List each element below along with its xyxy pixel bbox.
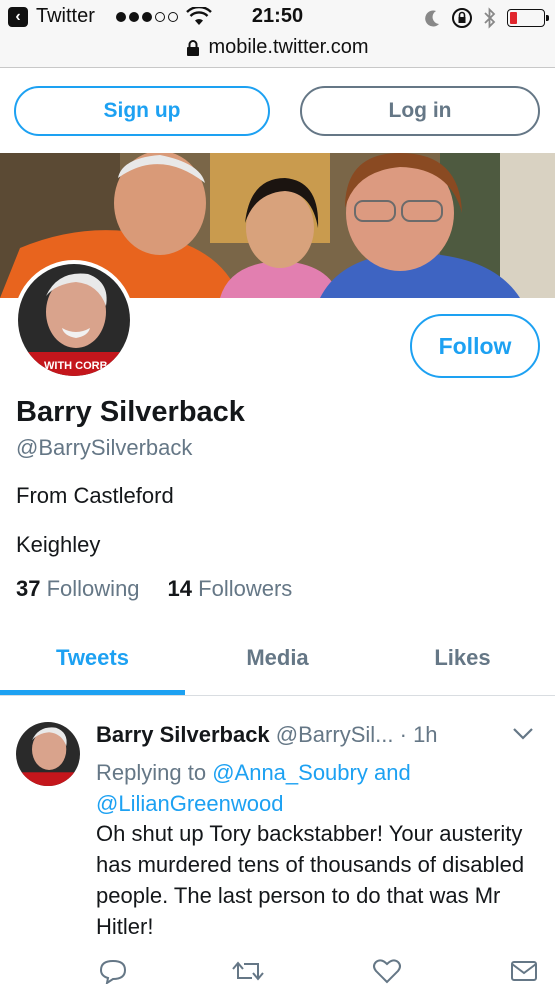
tab-likes[interactable]: Likes xyxy=(370,645,555,671)
tweet-avatar-photo xyxy=(16,722,80,786)
following-count: 37 xyxy=(16,576,41,601)
tweet-author-handle[interactable]: @BarrySil... xyxy=(276,722,394,747)
avatar-photo: WITH CORB xyxy=(18,264,130,376)
url-text: mobile.twitter.com xyxy=(208,36,369,58)
tweet-avatar[interactable] xyxy=(16,722,80,786)
reply-icon[interactable] xyxy=(98,958,128,984)
retweet-icon[interactable] xyxy=(230,958,266,984)
followers-link[interactable]: 14 Followers xyxy=(168,576,293,601)
tab-media[interactable]: Media xyxy=(185,645,370,671)
profile-stats: 37 Following 14 Followers xyxy=(16,576,292,602)
login-button[interactable]: Log in xyxy=(300,86,540,136)
avatar-banner-text: WITH CORB xyxy=(44,360,108,372)
url-bar[interactable]: mobile.twitter.com xyxy=(0,34,555,68)
active-tab-indicator xyxy=(0,690,185,695)
profile-tabs: Tweets Media Likes xyxy=(0,626,555,696)
tweet-text: Oh shut up Tory backstabber! Your auster… xyxy=(96,821,525,939)
battery-icon xyxy=(507,9,549,27)
profile-name: Barry Silverback xyxy=(16,396,245,428)
tweet-actions xyxy=(0,958,555,984)
tweet-header: Barry Silverback @BarrySil... · 1h xyxy=(96,722,536,748)
status-bar: ‹ Twitter 21:50 xyxy=(0,0,555,34)
reply-and: and xyxy=(373,760,411,785)
following-label: Following xyxy=(46,576,140,601)
mention-link[interactable]: @LilianGreenwood xyxy=(96,791,283,816)
mention-link[interactable]: @Anna_Soubry xyxy=(212,760,368,785)
chevron-down-icon[interactable] xyxy=(512,726,534,742)
tab-tweets[interactable]: Tweets xyxy=(0,645,185,671)
rotation-lock-icon xyxy=(452,8,472,28)
tweet-timestamp[interactable]: 1h xyxy=(413,722,437,747)
follow-button[interactable]: Follow xyxy=(410,314,540,378)
message-icon[interactable] xyxy=(510,958,538,982)
lock-icon xyxy=(187,39,200,56)
tweet-separator: · xyxy=(399,722,407,747)
signup-button[interactable]: Sign up xyxy=(14,86,270,136)
tweet-reply-context: Replying to @Anna_Soubry and @LilianGree… xyxy=(96,757,536,819)
profile-avatar[interactable]: WITH CORB xyxy=(14,260,134,380)
profile-handle: @BarrySilverback xyxy=(16,435,193,460)
tweet-author-name[interactable]: Barry Silverback xyxy=(96,722,270,747)
profile-location: Keighley xyxy=(16,532,101,557)
profile-bio-line-1: From Castleford xyxy=(16,483,174,508)
replying-to-label: Replying to xyxy=(96,760,207,785)
bluetooth-icon xyxy=(484,7,496,29)
like-icon[interactable] xyxy=(372,958,402,984)
following-link[interactable]: 37 Following xyxy=(16,576,140,601)
moon-icon xyxy=(425,10,439,27)
followers-label: Followers xyxy=(198,576,293,601)
followers-count: 14 xyxy=(167,576,193,601)
